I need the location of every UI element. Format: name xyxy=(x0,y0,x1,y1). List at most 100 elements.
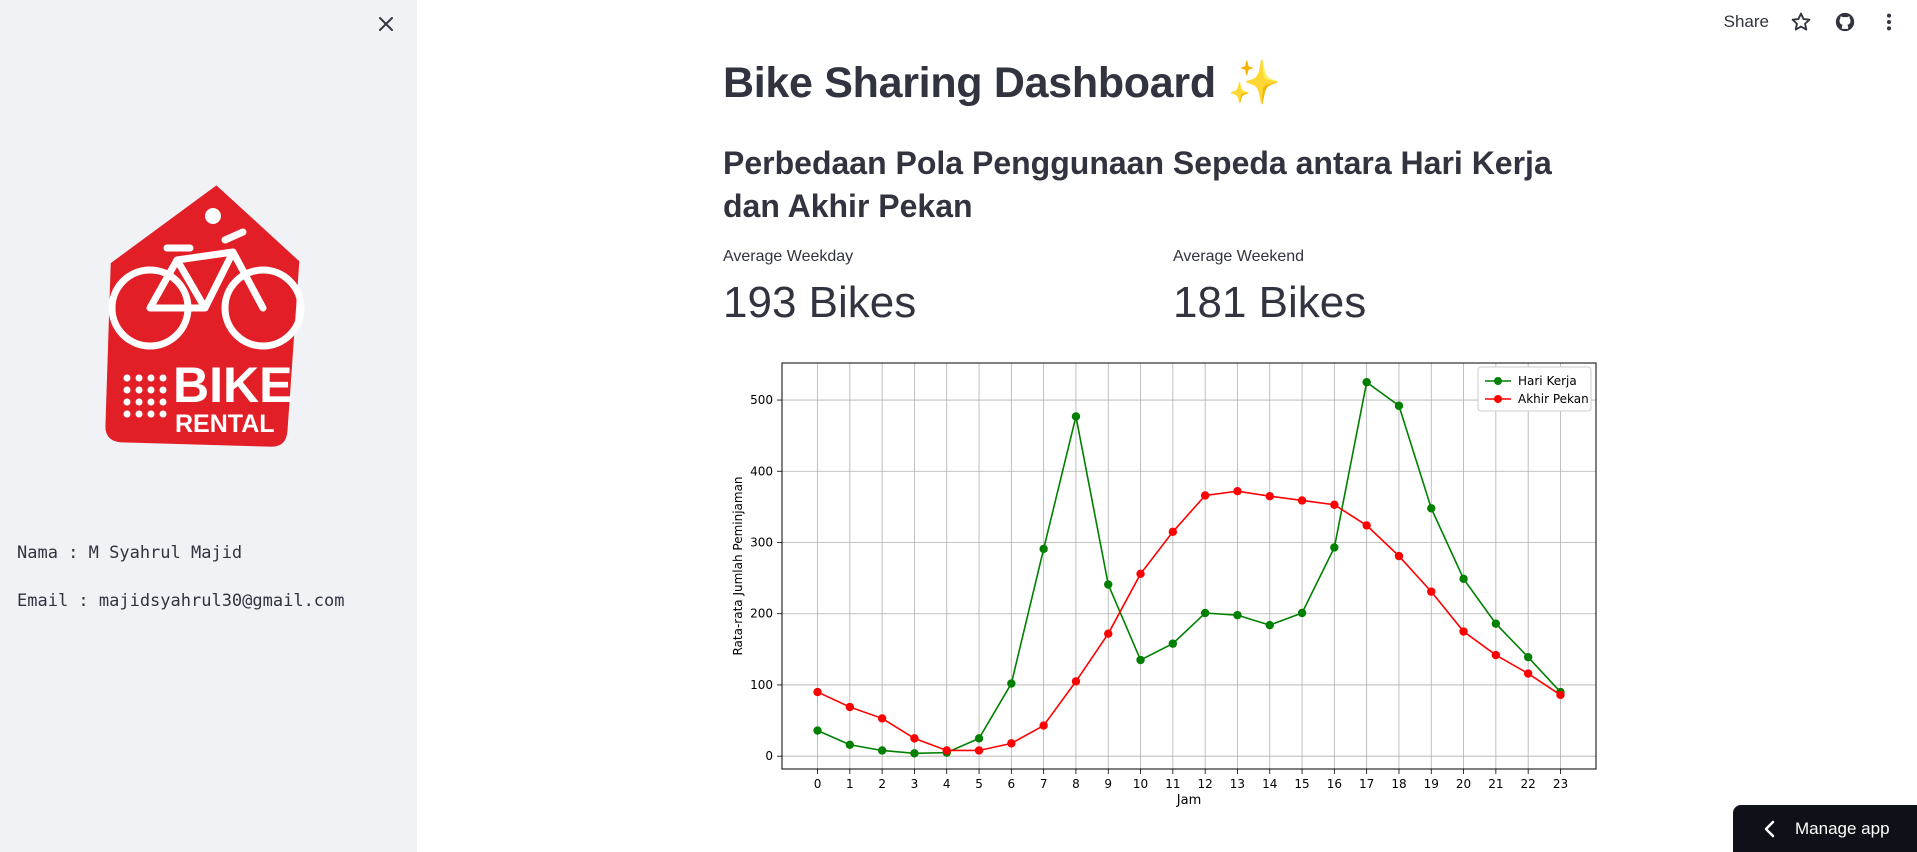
data-point xyxy=(1265,491,1274,501)
x-tick-label: 11 xyxy=(1165,777,1180,791)
x-tick-label: 0 xyxy=(814,777,822,791)
data-point xyxy=(1136,655,1145,665)
data-point xyxy=(1297,496,1307,505)
x-tick-label: 10 xyxy=(1133,777,1148,791)
legend-marker xyxy=(1494,395,1502,403)
share-button[interactable]: Share xyxy=(1724,12,1769,32)
x-tick-label: 9 xyxy=(1104,777,1112,791)
y-tick-label: 200 xyxy=(750,607,773,621)
data-point xyxy=(942,746,951,755)
data-point xyxy=(1233,487,1242,496)
metric-value: 181 Bikes xyxy=(1173,278,1367,327)
data-point xyxy=(1071,412,1081,421)
data-point xyxy=(1104,580,1113,589)
data-point xyxy=(910,734,919,743)
data-point xyxy=(1071,677,1081,686)
data-point xyxy=(1459,574,1468,584)
chevron-left-icon xyxy=(1764,820,1775,837)
data-point xyxy=(1394,551,1404,561)
x-tick-label: 14 xyxy=(1262,777,1277,791)
x-tick-label: 13 xyxy=(1230,777,1245,791)
data-point xyxy=(1200,608,1210,618)
legend-marker xyxy=(1494,377,1502,385)
data-point xyxy=(1136,569,1145,579)
y-tick-label: 0 xyxy=(765,749,773,763)
section-subtitle: Perbedaan Pola Penggunaan Sepeda antara … xyxy=(723,145,1552,224)
main-menu-button[interactable] xyxy=(1875,8,1903,36)
close-sidebar-button[interactable] xyxy=(372,10,400,38)
data-point xyxy=(1039,544,1048,554)
logo-text-rental: RENTAL xyxy=(175,410,275,438)
x-tick-label: 5 xyxy=(975,777,983,791)
data-point xyxy=(1168,527,1178,537)
data-point xyxy=(1104,629,1113,638)
data-point xyxy=(845,740,855,749)
page-title: Bike Sharing Dashboard ✨ xyxy=(723,59,1281,107)
legend-label: Akhir Pekan xyxy=(1518,392,1589,406)
data-point xyxy=(1523,669,1533,678)
x-tick-label: 21 xyxy=(1488,777,1503,791)
legend-label: Hari Kerja xyxy=(1518,374,1577,388)
name-info: Nama : M Syahrul Majid xyxy=(17,543,243,563)
data-point xyxy=(974,734,984,743)
x-tick-label: 23 xyxy=(1553,777,1568,791)
x-tick-label: 15 xyxy=(1294,777,1309,791)
series-line-akhir-pekan xyxy=(817,490,1561,752)
x-tick-label: 22 xyxy=(1521,777,1536,791)
data-point xyxy=(1297,608,1307,618)
metric-weekday: Average Weekday 193 Bikes xyxy=(723,248,916,328)
data-point xyxy=(1330,500,1339,509)
y-tick-label: 100 xyxy=(750,678,773,692)
email-info: Email : majidsyahrul30@gmail.com xyxy=(17,591,345,611)
x-tick-label: 6 xyxy=(1008,777,1016,791)
metric-label: Average Weekday xyxy=(723,248,854,265)
manage-app-label: Manage app xyxy=(1795,818,1890,838)
data-point xyxy=(1427,587,1436,596)
x-tick-label: 2 xyxy=(878,777,886,791)
data-point xyxy=(1007,679,1016,688)
data-point xyxy=(1523,652,1533,662)
data-point xyxy=(1007,739,1016,748)
bike-rental-logo: BIKE RENTAL xyxy=(105,185,305,447)
data-point xyxy=(813,687,822,697)
data-point xyxy=(877,714,887,723)
favorite-button[interactable] xyxy=(1787,8,1815,36)
data-point xyxy=(813,726,822,735)
plot-frame xyxy=(781,362,1597,770)
x-tick-label: 7 xyxy=(1040,777,1048,791)
y-tick-label: 500 xyxy=(750,393,773,407)
data-point xyxy=(877,746,887,755)
data-point xyxy=(1491,650,1501,660)
data-point xyxy=(1362,521,1371,530)
x-tick-label: 19 xyxy=(1424,777,1439,791)
more-vertical-icon xyxy=(1886,13,1892,31)
github-icon xyxy=(1835,12,1855,32)
y-axis-label: Rata-rata Jumlah Peminjaman xyxy=(731,476,745,655)
data-point xyxy=(1330,543,1339,552)
data-point xyxy=(1265,620,1274,630)
x-tick-label: 8 xyxy=(1072,777,1080,791)
data-point xyxy=(1427,504,1436,513)
data-point xyxy=(1459,627,1468,636)
x-tick-label: 12 xyxy=(1198,777,1213,791)
manage-app-button[interactable]: Manage app xyxy=(1733,805,1917,852)
data-point xyxy=(1556,690,1565,700)
data-point xyxy=(910,749,919,758)
logo-text-bike: BIKE xyxy=(173,357,292,413)
x-tick-label: 18 xyxy=(1391,777,1406,791)
data-point xyxy=(845,702,855,712)
x-tick-label: 1 xyxy=(846,777,854,791)
data-point xyxy=(1233,610,1242,620)
x-tick-label: 16 xyxy=(1327,777,1342,791)
data-point xyxy=(974,746,984,755)
data-point xyxy=(1491,619,1501,628)
y-tick-label: 400 xyxy=(750,464,773,478)
star-icon xyxy=(1791,12,1811,31)
sidebar: BIKE RENTAL Nama : M Syahrul Majid Email… xyxy=(0,0,417,852)
metric-weekend: Average Weekend 181 Bikes xyxy=(1173,248,1366,328)
x-tick-label: 17 xyxy=(1359,777,1374,791)
metric-value: 193 Bikes xyxy=(723,278,917,327)
github-button[interactable] xyxy=(1831,8,1859,36)
x-tick-label: 4 xyxy=(943,777,951,791)
series-line-hari-kerja xyxy=(817,380,1562,755)
